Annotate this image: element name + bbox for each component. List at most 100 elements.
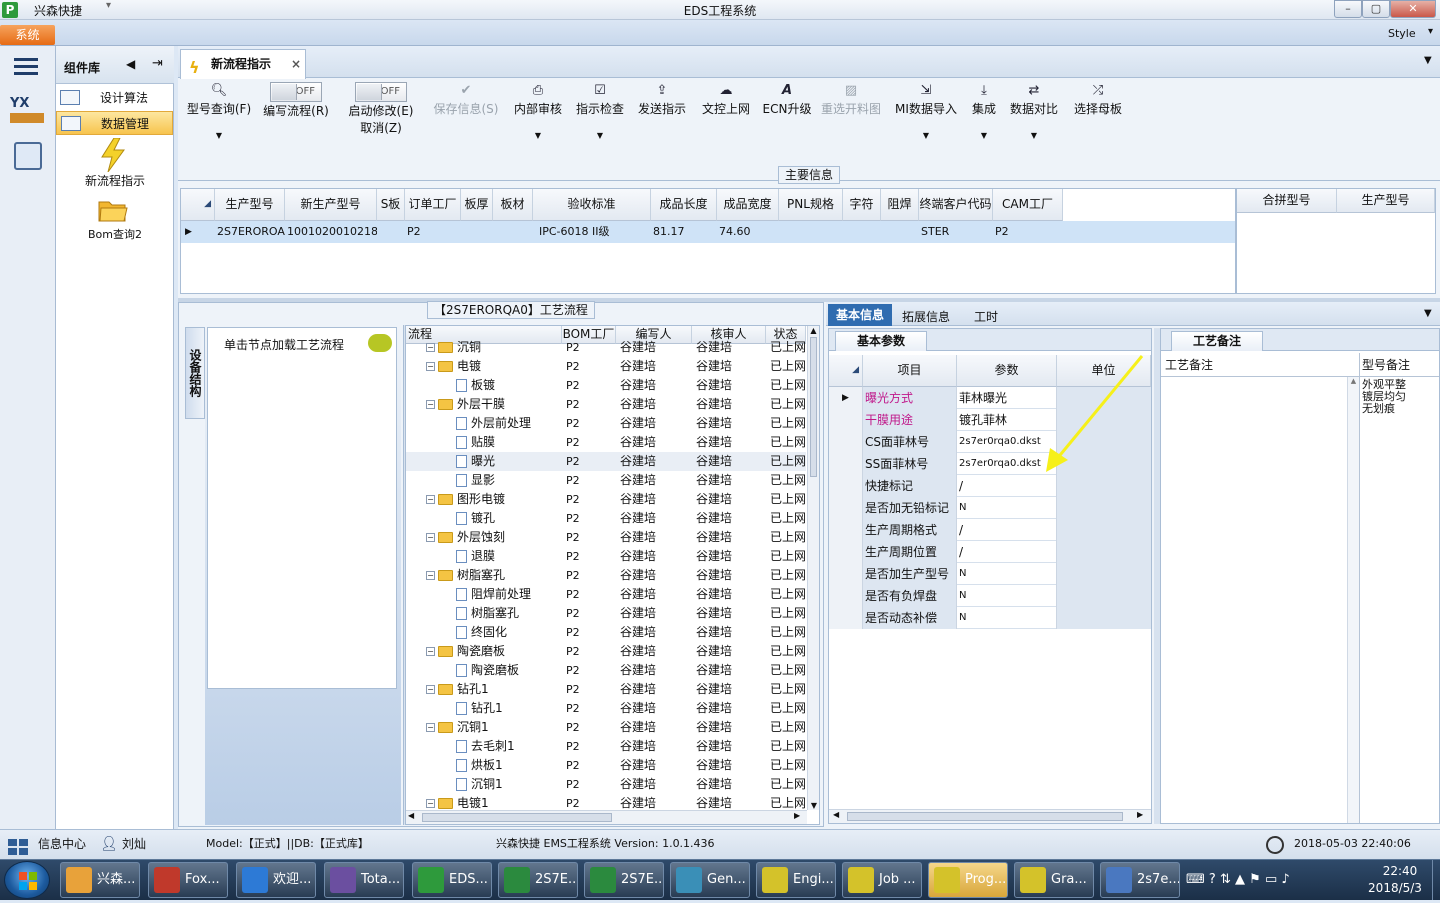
network-icon[interactable]: ▭	[1265, 872, 1277, 887]
tree-node[interactable]: 退膜	[456, 547, 495, 566]
tab-list-dropdown-icon[interactable]: ▼	[1424, 55, 1432, 66]
tree-node[interactable]: 贴膜	[456, 433, 495, 452]
tree-row[interactable]: 显影 P2 谷建培 谷建培 已上网	[406, 471, 806, 490]
tree-node[interactable]: − 树脂塞孔	[426, 566, 505, 585]
taskbar-item[interactable]: 兴森...	[60, 862, 140, 898]
horizontal-scrollbar[interactable]: ◀ ▶	[406, 810, 807, 824]
tree-row[interactable]: 终固化 P2 谷建培 谷建培 已上网	[406, 623, 806, 642]
close-button[interactable]: ✕	[1390, 0, 1436, 18]
tree-row[interactable]: 板镀 P2 谷建培 谷建培 已上网	[406, 376, 806, 395]
save-info-button[interactable]: ✔ 保存信息(S)	[428, 82, 504, 186]
table-cell[interactable]: P2	[405, 221, 461, 243]
tree-node[interactable]: − 沉铜1	[426, 718, 489, 737]
tree-row[interactable]: 陶瓷磨板 P2 谷建培 谷建培 已上网	[406, 661, 806, 680]
style-menu[interactable]: Style	[1388, 27, 1416, 40]
tree-row[interactable]: 外层前处理 P2 谷建培 谷建培 已上网	[406, 414, 806, 433]
tree-node[interactable]: − 图形电镀	[426, 490, 505, 509]
col-header[interactable]: 板材	[493, 189, 533, 221]
maximize-button[interactable]: ▢	[1362, 0, 1390, 18]
collapse-left-icon[interactable]: ◀	[126, 57, 135, 71]
scroll-right-icon[interactable]: ▶	[1137, 810, 1143, 819]
taskbar-time[interactable]: 22:40	[1370, 864, 1430, 878]
tree-node[interactable]: − 陶瓷磨板	[426, 642, 505, 661]
tree-node[interactable]: 钻孔1	[456, 699, 503, 718]
integrate-button[interactable]: ⤓ 集成 ▼	[966, 82, 1002, 186]
collapse-node-icon[interactable]: −	[426, 400, 435, 409]
collapse-node-icon[interactable]: −	[426, 723, 435, 732]
tree-node[interactable]: − 外层蚀刻	[426, 528, 505, 547]
table-row[interactable]: 是否加无铅标记 N	[829, 497, 1151, 519]
table-cell[interactable]: IPC-6018 II级	[533, 221, 651, 243]
row-selector[interactable]	[829, 563, 863, 585]
row-selector[interactable]	[829, 453, 863, 475]
data-compare-button[interactable]: ⇄ 数据对比 ▼	[1008, 82, 1060, 186]
tree-row[interactable]: − 钻孔1 P2 谷建培 谷建培 已上网	[406, 680, 806, 699]
scroll-right-icon[interactable]: ▶	[794, 811, 800, 820]
table-cell[interactable]: 10010200102189	[285, 221, 377, 243]
param-value[interactable]: N	[957, 585, 1057, 607]
tab-craft-notes[interactable]: 工艺备注	[1171, 331, 1263, 351]
scroll-thumb[interactable]	[847, 812, 1123, 821]
tree-node[interactable]: 去毛刺1	[456, 737, 515, 756]
table-cell[interactable]: P2	[993, 221, 1063, 243]
col-header[interactable]: 新生产型号	[285, 189, 377, 221]
start-button[interactable]	[4, 861, 50, 899]
row-selector[interactable]	[829, 607, 863, 629]
tree-node[interactable]: − 外层干膜	[426, 395, 505, 414]
show-desktop-button[interactable]	[1432, 860, 1440, 900]
col-header[interactable]: 终端客户代码	[919, 189, 993, 221]
tree-node[interactable]: 陶瓷磨板	[456, 661, 519, 680]
row-selector[interactable]	[829, 585, 863, 607]
param-value[interactable]: N	[957, 607, 1057, 629]
tree-node[interactable]: 显影	[456, 471, 495, 490]
param-value[interactable]: N	[957, 497, 1057, 519]
tree-row[interactable]: 沉铜1 P2 谷建培 谷建培 已上网	[406, 775, 806, 794]
tree-node[interactable]: 烘板1	[456, 756, 503, 775]
col-header[interactable]: 订单工厂	[405, 189, 461, 221]
tab-work-hours[interactable]: 工时	[974, 308, 998, 325]
scroll-left-icon[interactable]: ◀	[833, 810, 839, 819]
tab-basic-params[interactable]: 基本参数	[835, 331, 927, 351]
table-cell[interactable]: 81.17	[651, 221, 717, 243]
tab-close-icon[interactable]: ×	[291, 50, 301, 78]
style-dropdown-icon[interactable]: ▾	[1428, 26, 1433, 37]
collapse-node-icon[interactable]: −	[426, 533, 435, 542]
taskbar-item[interactable]: Prog...	[928, 862, 1008, 898]
scroll-down-icon[interactable]: ▼	[808, 801, 819, 810]
row-selector[interactable]: ▶	[829, 387, 863, 409]
tree-row[interactable]: − 外层蚀刻 P2 谷建培 谷建培 已上网	[406, 528, 806, 547]
instruction-check-button[interactable]: ☑ 指示检查 ▼	[572, 82, 628, 186]
toggle-switch[interactable]: OFF	[270, 82, 322, 102]
tree-row[interactable]: 曝光 P2 谷建培 谷建培 已上网	[406, 452, 806, 471]
tree-node[interactable]: − 电镀	[426, 357, 481, 376]
col-header[interactable]: 合拼型号	[1237, 189, 1337, 213]
row-selector[interactable]	[829, 409, 863, 431]
tree-row[interactable]: − 图形电镀 P2 谷建培 谷建培 已上网	[406, 490, 806, 509]
taskbar-item[interactable]: Fox...	[148, 862, 228, 898]
taskbar-date[interactable]: 2018/5/3	[1360, 881, 1430, 895]
taskbar-item[interactable]: 欢迎...	[236, 862, 316, 898]
row-selector[interactable]	[829, 497, 863, 519]
tree-row[interactable]: 阻焊前处理 P2 谷建培 谷建培 已上网	[406, 585, 806, 604]
tray-expand-icon[interactable]: ▲	[1235, 872, 1245, 887]
tree-node[interactable]: 终固化	[456, 623, 507, 642]
param-value[interactable]: /	[957, 519, 1057, 541]
lightning-icon[interactable]	[100, 137, 126, 173]
collapse-node-icon[interactable]: −	[426, 571, 435, 580]
table-row[interactable]: 快捷标记 /	[829, 475, 1151, 497]
calculator-icon[interactable]	[14, 142, 42, 170]
mi-data-import-button[interactable]: ⇲ MI数据导入 ▼	[892, 82, 960, 186]
flag-icon[interactable]: ⚑	[1249, 872, 1261, 887]
table-cell[interactable]: 2S7EROROA0	[215, 221, 285, 243]
tree-row[interactable]: 钻孔1 P2 谷建培 谷建培 已上网	[406, 699, 806, 718]
tree-node[interactable]: 沉铜1	[456, 775, 503, 794]
scroll-left-icon[interactable]: ◀	[408, 811, 414, 820]
hamburger-menu-icon[interactable]	[14, 58, 38, 76]
row-selector[interactable]	[829, 431, 863, 453]
taskbar-item[interactable]: Job ...	[842, 862, 922, 898]
col-header[interactable]: 成品宽度	[717, 189, 779, 221]
taskbar-item[interactable]: 2S7E...	[584, 862, 664, 898]
tab-new-process[interactable]: ϟ 新流程指示 ×	[180, 49, 306, 79]
table-row[interactable]: 是否有负焊盘 N	[829, 585, 1151, 607]
doc-control-online-button[interactable]: ☁ 文控上网	[696, 82, 756, 186]
